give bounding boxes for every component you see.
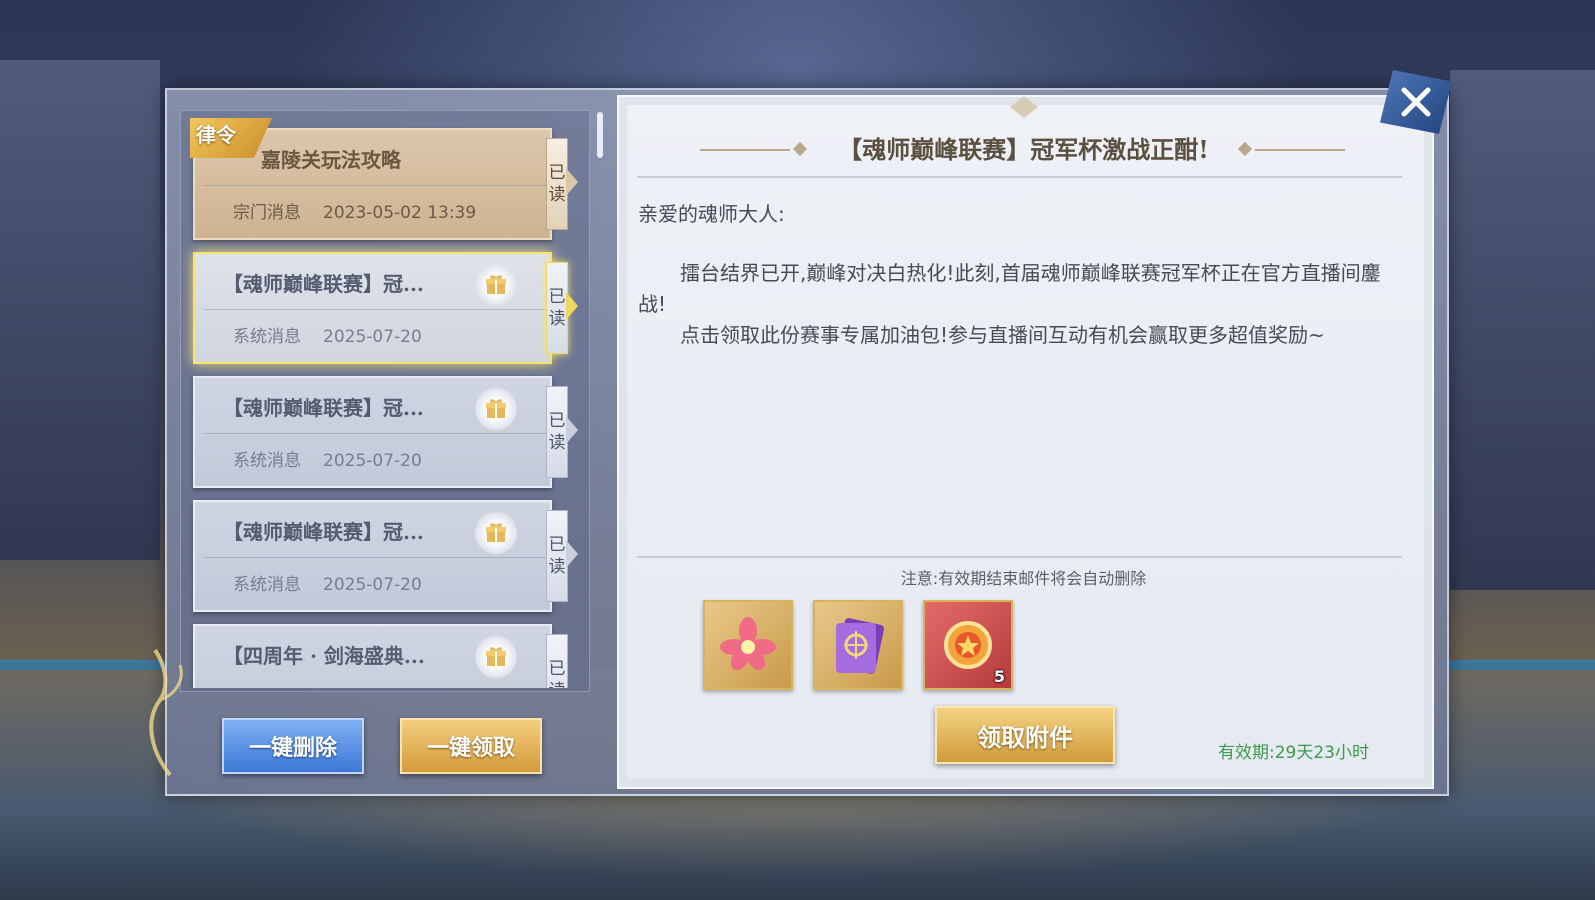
mail-meta: 系统消息 2025-07-20 — [233, 446, 422, 471]
mail-date: 2025-07-20 — [323, 575, 422, 595]
gold-flourish-icon — [149, 648, 183, 777]
tag-arrow-icon — [566, 168, 578, 196]
read-status-label: 已读 — [548, 535, 566, 577]
mail-date: 2025-07-20 — [323, 327, 422, 347]
gold-medal-icon — [944, 621, 992, 669]
read-status-tag: 已读 — [546, 138, 568, 230]
read-status-tag: 已读 — [546, 510, 568, 602]
read-status-tag: 已读 — [546, 634, 568, 688]
attachment-slot[interactable]: 5 — [923, 600, 1013, 690]
mail-list-scrollbar[interactable] — [597, 112, 603, 158]
mail-category: 系统消息 — [233, 575, 301, 595]
mail-category: 系统消息 — [233, 451, 301, 471]
attachment-slot[interactable] — [703, 600, 793, 690]
mail-list-clip: 【四周年 · 剑海盛典... 已读 — [180, 620, 588, 688]
read-status-label: 已读 — [548, 659, 566, 688]
read-status-label: 已读 — [548, 411, 566, 453]
read-status-label: 已读 — [548, 287, 566, 329]
separator — [637, 176, 1402, 178]
mail-meta: 宗门消息 2023-05-02 13:39 — [233, 198, 476, 223]
mail-item-selected[interactable]: 【魂师巅峰联赛】冠... 系统消息 2025-07-20 — [193, 252, 552, 364]
attachment-slot[interactable] — [813, 600, 903, 690]
mail-item[interactable]: 【魂师巅峰联赛】冠... 系统消息 2025-07-20 — [193, 500, 552, 612]
mail-category: 宗门消息 — [233, 203, 301, 223]
validity-label: 有效期:29天23小时 — [1218, 743, 1369, 763]
close-button[interactable] — [1380, 70, 1452, 134]
mail-title: 【四周年 · 剑海盛典... — [223, 644, 425, 668]
mail-category: 系统消息 — [233, 327, 301, 347]
background-building-left — [0, 60, 160, 560]
ornament-icon — [1010, 96, 1038, 118]
read-status-tag: 已读 — [546, 262, 568, 354]
gift-icon — [475, 264, 517, 306]
attachment-count: 5 — [993, 667, 1005, 686]
expiry-note: 注意:有效期结束邮件将会自动删除 — [900, 569, 1147, 588]
mail-divider — [203, 309, 550, 310]
mail-body: 擂台结界已开,巅峰对决白热化!此刻,首届魂师巅峰联赛冠军杯正在官方直播间鏖战! … — [638, 258, 1398, 351]
read-status-tag: 已读 — [546, 386, 568, 478]
tag-arrow-icon — [566, 292, 578, 320]
mail-date: 2025-07-20 — [323, 451, 422, 471]
pink-flower-icon — [720, 617, 776, 671]
mail-divider — [203, 433, 550, 434]
gift-icon — [475, 512, 517, 554]
separator — [637, 556, 1402, 558]
mail-meta: 系统消息 2025-07-20 — [233, 322, 422, 347]
claim-all-button[interactable]: 一键领取 — [400, 718, 542, 774]
mail-title: 【魂师巅峰联赛】冠... — [223, 520, 424, 544]
read-status-label: 已读 — [548, 163, 566, 205]
gift-icon — [475, 388, 517, 430]
mail-divider — [203, 557, 550, 558]
mail-meta: 系统消息 2025-07-20 — [233, 570, 422, 595]
gift-icon — [475, 636, 517, 678]
mail-title: 嘉陵关玩法攻略 — [261, 148, 401, 172]
mail-date: 2023-05-02 13:39 — [323, 203, 477, 223]
mail-paragraph: 点击领取此份赛事专属加油包!参与直播间互动有机会赢取更多超值奖励~ — [680, 323, 1325, 347]
mail-paragraph: 擂台结界已开,巅峰对决白热化!此刻,首届魂师巅峰联赛冠军杯正在官方直播间鏖战! — [638, 261, 1381, 316]
mail-title: 【魂师巅峰联赛】冠... — [223, 272, 424, 296]
mail-detail-title: 【魂师巅峰联赛】冠军杯激战正酣! — [838, 135, 1209, 164]
close-icon — [1401, 87, 1431, 117]
background-building-right — [1450, 70, 1595, 590]
mail-divider — [203, 185, 550, 186]
tag-arrow-icon — [566, 416, 578, 444]
tag-arrow-icon — [566, 540, 578, 568]
mail-item[interactable]: 【魂师巅峰联赛】冠... 系统消息 2025-07-20 — [193, 376, 552, 488]
purple-card-icon — [835, 618, 885, 674]
mail-title: 【魂师巅峰联赛】冠... — [223, 396, 424, 420]
mail-greeting: 亲爱的魂师大人: — [638, 202, 785, 226]
mail-item[interactable]: 【四周年 · 剑海盛典... — [193, 624, 552, 688]
claim-attachment-button[interactable]: 领取附件 — [935, 706, 1115, 764]
delete-all-button[interactable]: 一键删除 — [222, 718, 364, 774]
